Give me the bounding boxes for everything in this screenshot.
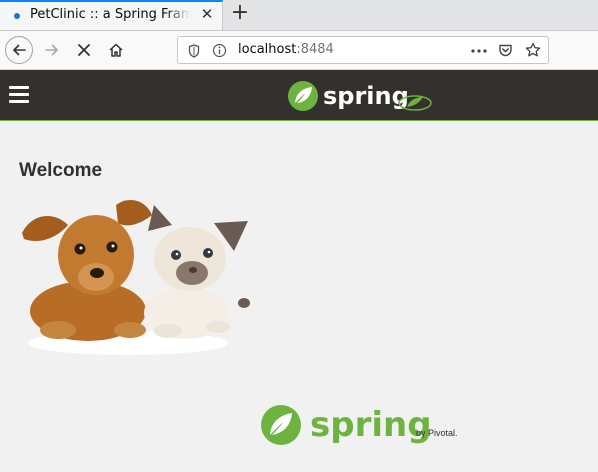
header-brand-text: spring bbox=[323, 82, 409, 110]
browser-tab-bar: PetClinic :: a Spring Framework demonstr… bbox=[0, 0, 598, 31]
back-arrow-icon bbox=[13, 44, 26, 56]
browser-tab[interactable]: PetClinic :: a Spring Framework demonstr… bbox=[0, 0, 223, 30]
stop-x-icon bbox=[78, 44, 90, 56]
home-icon bbox=[109, 43, 123, 57]
url-host: localhost bbox=[238, 42, 297, 57]
tracking-shield-icon[interactable] bbox=[188, 44, 200, 58]
back-button[interactable] bbox=[5, 36, 33, 64]
spring-by-pivotal-logo: spring by Pivotal. bbox=[260, 403, 460, 451]
tab-close-icon[interactable]: ✕ bbox=[198, 5, 216, 25]
home-button[interactable] bbox=[102, 36, 130, 64]
pocket-icon[interactable] bbox=[498, 43, 513, 58]
spring-logo[interactable]: spring bbox=[287, 79, 437, 117]
forward-arrow-icon bbox=[45, 44, 58, 56]
url-bar[interactable]: localhost:8484 bbox=[177, 36, 549, 64]
pets-image bbox=[18, 193, 254, 363]
tab-title: PetClinic :: a Spring Framework demonstr… bbox=[30, 7, 190, 22]
bookmark-star-icon[interactable] bbox=[525, 42, 541, 58]
new-tab-button[interactable]: + bbox=[229, 0, 251, 28]
footer-byline: by Pivotal. bbox=[416, 428, 458, 438]
forward-button[interactable] bbox=[38, 36, 66, 64]
url-text: localhost:8484 bbox=[238, 42, 334, 57]
stop-button[interactable] bbox=[70, 36, 98, 64]
footer-brand-text: spring bbox=[310, 405, 432, 445]
site-header: spring bbox=[0, 70, 598, 121]
page-actions-icon[interactable] bbox=[471, 49, 487, 53]
site-info-icon[interactable] bbox=[212, 43, 227, 58]
url-port: :8484 bbox=[296, 42, 334, 57]
loading-indicator-icon bbox=[14, 13, 20, 19]
browser-toolbar: localhost:8484 bbox=[0, 31, 598, 70]
menu-toggle-icon[interactable] bbox=[9, 86, 29, 104]
page-title: Welcome bbox=[19, 160, 103, 181]
